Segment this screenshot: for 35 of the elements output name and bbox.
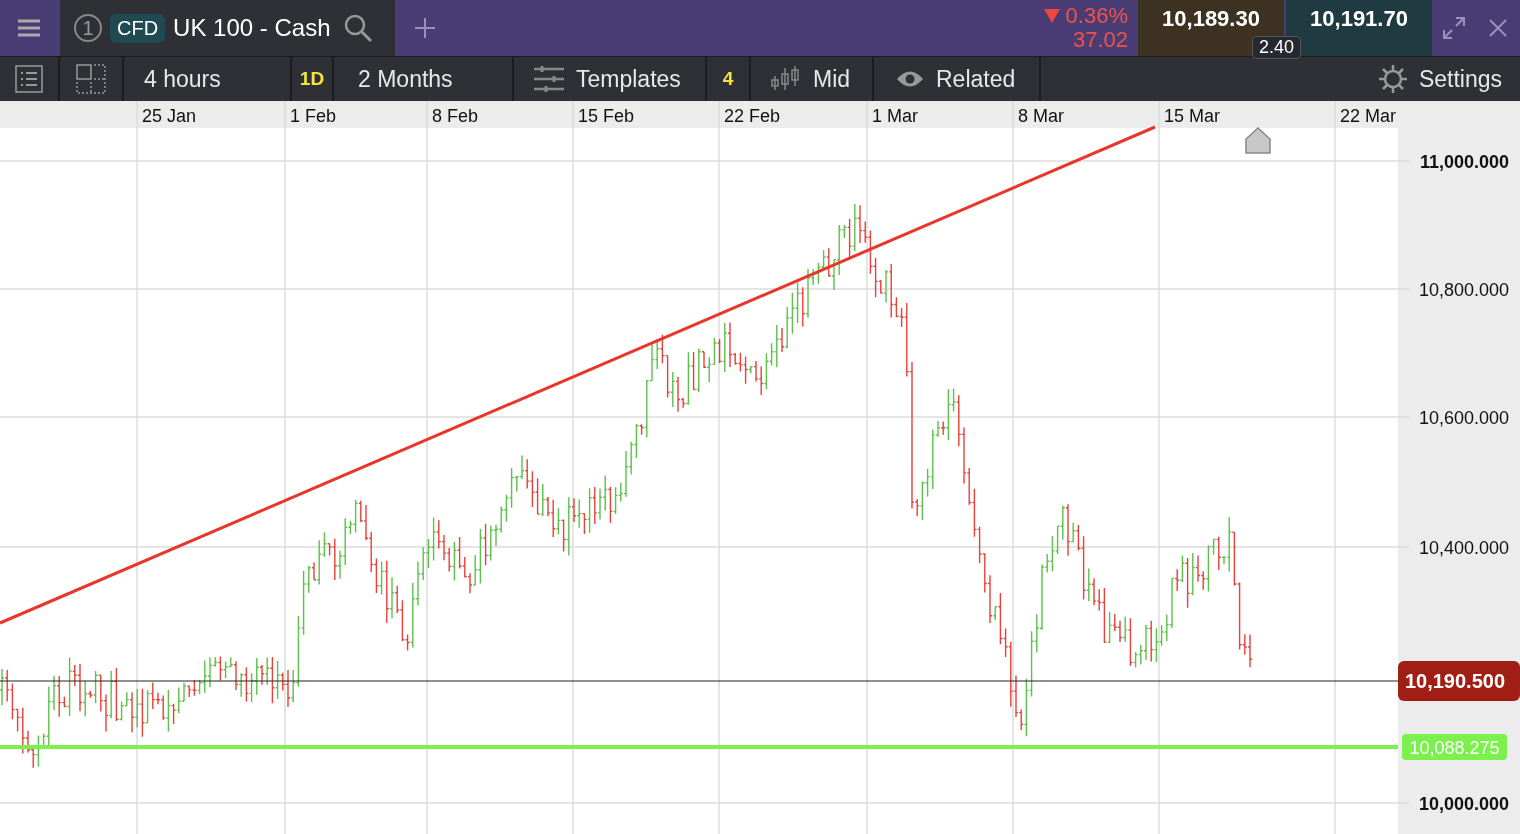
eye-icon — [896, 70, 924, 88]
spread-badge: 2.40 — [1252, 36, 1302, 59]
date-label: 22 Mar — [1340, 106, 1397, 126]
price-tick-label: 10,600.000 — [1418, 408, 1509, 428]
date-label: 8 Mar — [1018, 106, 1064, 126]
layout-icon[interactable] — [76, 64, 106, 94]
expand-icon[interactable] — [1443, 17, 1465, 39]
close-icon[interactable] — [1489, 19, 1507, 37]
home-marker-icon[interactable] — [1245, 127, 1271, 154]
settings-icon — [1378, 65, 1407, 93]
candles-icon — [771, 66, 801, 92]
sliders-icon — [534, 66, 564, 92]
instrument-tab[interactable]: 1 CFD UK 100 - Cash — [60, 0, 395, 56]
price-tick-label: 10,800.000 — [1418, 280, 1509, 300]
date-label: 15 Mar — [1164, 106, 1221, 126]
price-tick-label: 10,000.000 — [1418, 794, 1509, 814]
instrument-title: UK 100 - Cash — [173, 14, 331, 42]
change-points: 37.02 — [1072, 28, 1128, 53]
date-label: 1 Feb — [290, 106, 337, 126]
add-tab-icon[interactable] — [415, 18, 435, 38]
date-label: 22 Feb — [724, 106, 781, 126]
level-price-badge: 10,088.275 — [1402, 734, 1507, 760]
list-icon[interactable] — [15, 65, 43, 93]
menu-icon[interactable] — [18, 19, 40, 37]
date-label: 25 Jan — [142, 106, 197, 126]
date-label: 1 Mar — [872, 106, 918, 126]
date-label: 15 Feb — [578, 106, 635, 126]
price-tick-label: 11,000.000 — [1419, 152, 1509, 172]
price-tick-label: 10,400.000 — [1418, 538, 1509, 558]
cfd-badge: CFD — [110, 13, 166, 43]
date-label: 8 Feb — [432, 106, 479, 126]
change-percent: 0.36% — [1065, 3, 1128, 28]
current-price-badge: 10,190.500 — [1398, 661, 1520, 701]
tab-number: 1 — [74, 14, 102, 42]
search-icon[interactable] — [342, 13, 373, 43]
